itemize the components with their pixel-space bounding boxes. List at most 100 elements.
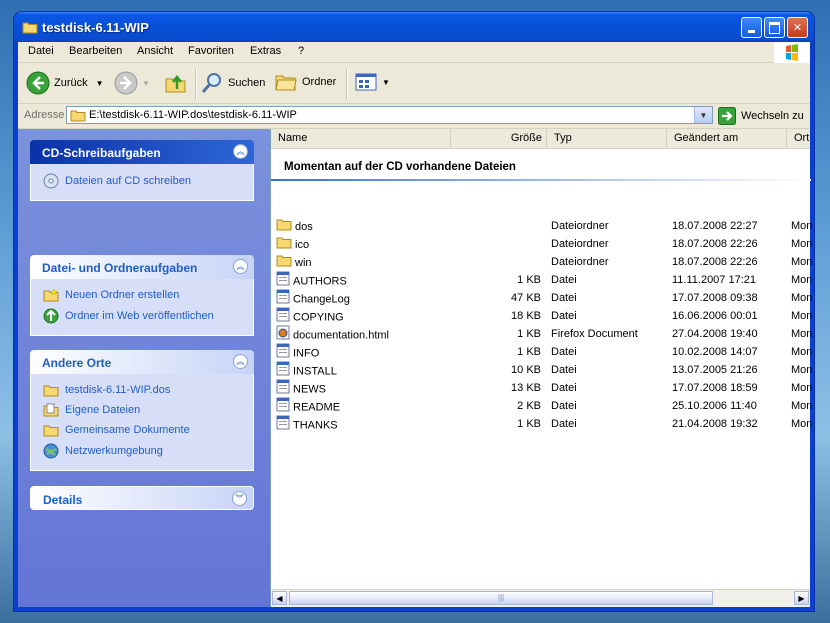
task-pane: CD-Schreibaufgaben ︽ Dateien auf CD schr…: [18, 129, 270, 607]
menu-favorites[interactable]: Favoriten: [188, 45, 234, 57]
file-row[interactable]: THANKS 1 KB Datei 21.04.2008 19:32 Mon: [271, 415, 813, 433]
file-size: 1 KB: [517, 418, 541, 430]
file-row[interactable]: documentation.html 1 KB Firefox Document 27…: [271, 325, 813, 343]
address-dropdown-icon[interactable]: ▼: [694, 107, 712, 123]
place-item[interactable]: Eigene Dateien: [31, 400, 253, 420]
publish-web-link[interactable]: Ordner im Web veröffentlichen: [31, 305, 253, 327]
folder-icon: [22, 22, 38, 34]
minimize-button[interactable]: [741, 17, 762, 38]
file-type: Datei: [551, 346, 577, 358]
file-name: documentation.html: [293, 329, 389, 342]
write-to-cd-label: Dateien auf CD schreiben: [65, 175, 191, 187]
horizontal-scrollbar[interactable]: ◀ ||| ▶: [271, 589, 810, 607]
file-attributes: Mon: [791, 328, 813, 340]
file-type: Dateiordner: [551, 256, 609, 268]
other-places-header[interactable]: Andere Orte ︽: [30, 350, 254, 374]
column-size[interactable]: Größe: [451, 129, 547, 148]
file-row[interactable]: ico Dateiordner 18.07.2008 22:26 Mon: [271, 235, 812, 255]
menu-tools[interactable]: Extras: [250, 45, 281, 57]
file-name: AUTHORS: [293, 275, 347, 288]
file-row[interactable]: INSTALL 10 KB Datei 13.07.2005 21:26 Mon: [271, 361, 812, 379]
column-modified[interactable]: Geändert am: [667, 129, 787, 148]
up-folder-button[interactable]: [164, 71, 188, 95]
window-client: Datei Bearbeiten Ansicht Favoriten Extra…: [18, 42, 813, 607]
folders-icon: [275, 75, 297, 91]
forward-button[interactable]: ▼: [114, 71, 150, 95]
file-type: Firefox Document: [551, 328, 638, 340]
close-button[interactable]: ✕: [787, 17, 808, 38]
scroll-right-icon[interactable]: ▶: [794, 591, 809, 605]
file-modified: 25.10.2006 11:40: [672, 400, 757, 412]
file-attributes: Mon: [791, 400, 813, 412]
address-path: E:\testdisk-6.11-WIP.dos\testdisk-6.11-W…: [89, 109, 297, 121]
file-name: NEWS: [293, 383, 326, 396]
file-row[interactable]: dos Dateiordner 18.07.2008 22:27 Mon: [271, 217, 812, 235]
file-type: Datei: [551, 364, 577, 376]
menu-view[interactable]: Ansicht: [137, 45, 173, 57]
place-item[interactable]: Netzwerkumgebung: [31, 440, 253, 462]
scroll-left-icon[interactable]: ◀: [272, 591, 287, 605]
file-row[interactable]: win Dateiordner 18.07.2008 22:26 Mon: [271, 253, 813, 273]
column-name[interactable]: Name: [271, 129, 451, 148]
cd-burn-icon: [43, 173, 59, 189]
search-button[interactable]: Suchen: [200, 71, 265, 95]
views-dropdown-icon[interactable]: ▼: [382, 78, 390, 87]
file-row[interactable]: ChangeLog 47 KB Datei 17.07.2008 09:38 Mon: [271, 289, 812, 307]
file-type: Datei: [551, 382, 577, 394]
folder-icon: [276, 253, 292, 273]
file-attributes: Mon: [791, 256, 813, 268]
menu-file[interactable]: Datei: [28, 45, 54, 57]
file-tasks-title: Datei- und Ordneraufgaben: [42, 261, 198, 275]
file-modified: 21.04.2008 19:32: [672, 418, 758, 430]
file-size: 47 KB: [511, 292, 541, 304]
cd-tasks-box: CD-Schreibaufgaben ︽ Dateien auf CD schr…: [30, 140, 254, 201]
file-type: Dateiordner: [551, 238, 609, 250]
place-item[interactable]: testdisk-6.11-WIP.dos: [31, 380, 253, 400]
file-attributes: Mon: [791, 418, 813, 430]
title-bar[interactable]: testdisk-6.11-WIP ✕: [14, 12, 814, 42]
collapse-chevron-icon[interactable]: ︽: [233, 354, 248, 369]
menu-help[interactable]: ?: [298, 45, 304, 57]
other-places-box: Andere Orte ︽ testdisk-6.11-WIP.dos Eige…: [30, 350, 254, 471]
menu-edit[interactable]: Bearbeiten: [69, 45, 122, 57]
file-modified: 18.07.2008 22:26: [672, 256, 758, 268]
file-row[interactable]: README 2 KB Datei 25.10.2006 11:40 Mon: [271, 397, 813, 415]
collapse-chevron-icon[interactable]: ︽: [233, 259, 248, 274]
address-label: Adresse: [24, 109, 65, 121]
place-item[interactable]: Gemeinsame Dokumente: [31, 420, 253, 440]
column-type[interactable]: Typ: [547, 129, 667, 148]
back-dropdown-icon[interactable]: ▼: [96, 79, 104, 88]
maximize-button[interactable]: [764, 17, 785, 38]
search-label: Suchen: [228, 77, 266, 89]
back-button[interactable]: Zurück ▼: [26, 71, 104, 95]
file-name: COPYING: [293, 311, 344, 324]
file-type: Datei: [551, 418, 577, 430]
explorer-window: testdisk-6.11-WIP ✕ Datei Bearbeiten Ans…: [14, 12, 814, 611]
maximize-icon: [769, 21, 780, 34]
folders-label: Ordner: [302, 76, 337, 88]
file-row[interactable]: COPYING 18 KB Datei 16.06.2006 00:01 Mon: [271, 307, 812, 325]
file-name-cell: ico: [276, 235, 309, 255]
file-name: README: [293, 401, 341, 414]
my-documents-icon: [43, 403, 59, 417]
file-size: 1 KB: [517, 274, 541, 286]
views-button[interactable]: ▼: [354, 71, 390, 93]
expand-chevron-icon[interactable]: ︾: [232, 491, 247, 506]
column-header: Name Größe Typ Geändert am Ort: [271, 129, 810, 149]
file-row[interactable]: NEWS 13 KB Datei 17.07.2008 18:59 Mon: [271, 379, 812, 397]
file-row[interactable]: INFO 1 KB Datei 10.02.2008 14:07 Mon: [271, 343, 812, 361]
address-input[interactable]: E:\testdisk-6.11-WIP.dos\testdisk-6.11-W…: [66, 106, 713, 124]
folders-button[interactable]: Ordner: [274, 71, 336, 93]
write-to-cd-link[interactable]: Dateien auf CD schreiben: [31, 170, 253, 192]
column-attributes[interactable]: Ort: [787, 129, 817, 148]
file-row[interactable]: AUTHORS 1 KB Datei 11.11.2007 17:21 Mon: [271, 271, 812, 289]
details-header[interactable]: Details ︾: [30, 486, 254, 510]
collapse-chevron-icon[interactable]: ︽: [233, 144, 248, 159]
menu-bar: Datei Bearbeiten Ansicht Favoriten Extra…: [18, 42, 810, 64]
scroll-thumb[interactable]: |||: [289, 591, 713, 605]
cd-tasks-header[interactable]: CD-Schreibaufgaben ︽: [30, 140, 254, 164]
new-folder-link[interactable]: Neuen Ordner erstellen: [31, 285, 253, 305]
go-button[interactable]: Wechseln zu: [718, 107, 804, 125]
forward-dropdown-icon[interactable]: ▼: [142, 79, 150, 88]
file-tasks-header[interactable]: Datei- und Ordneraufgaben ︽: [30, 255, 254, 279]
